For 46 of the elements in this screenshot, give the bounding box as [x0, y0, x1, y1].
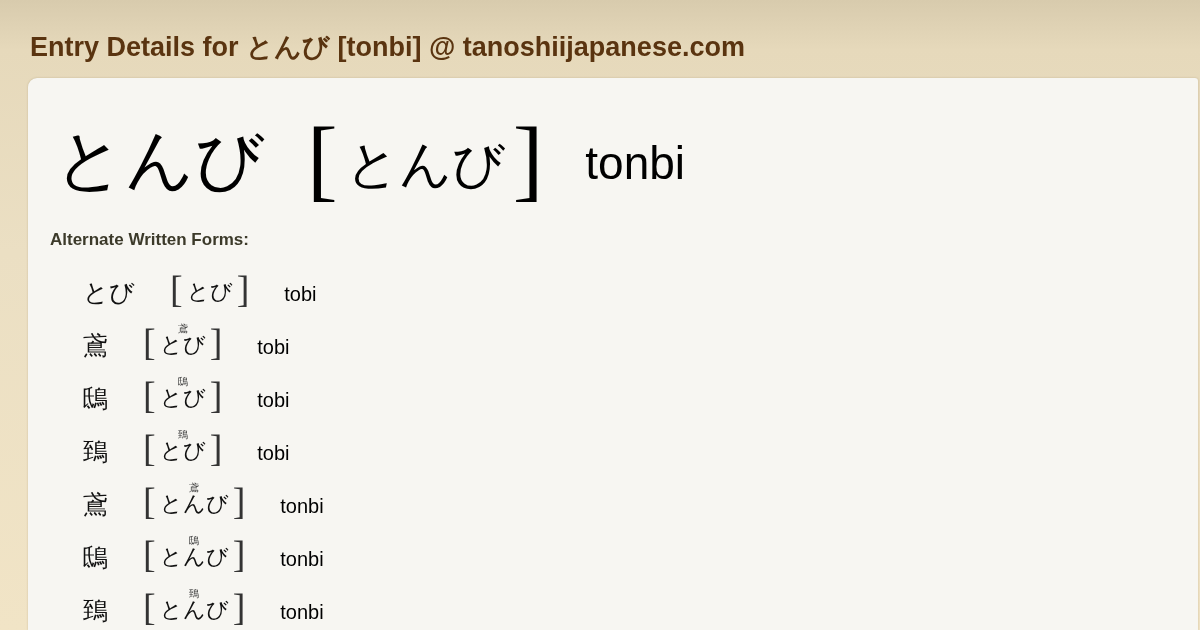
open-bracket: [ — [143, 432, 156, 465]
open-bracket: [ — [143, 485, 156, 518]
close-bracket: ] — [236, 273, 250, 306]
kanji-annotation: 鴟 — [189, 535, 200, 547]
open-bracket: [ — [143, 591, 156, 624]
kana-reading: とび — [159, 334, 206, 359]
page-title: Entry Details for とんび [tonbi] @ tanoshiijapanese.com — [29, 31, 746, 61]
kanji-annotation: 鵄 — [189, 588, 200, 600]
kana-reading: とび — [159, 387, 206, 412]
romaji-reading: tobi — [284, 284, 317, 306]
kana-reading: とんび — [159, 599, 229, 624]
written-form: 鴟 — [83, 386, 108, 412]
open-bracket: [ — [143, 538, 156, 571]
open-bracket: [ — [143, 326, 156, 359]
written-form: 鴟 — [83, 545, 108, 571]
open-bracket: [ — [170, 273, 183, 306]
close-bracket: ] — [209, 326, 223, 359]
kana-reading: とんび — [159, 493, 229, 518]
romaji-reading: tonbi — [280, 602, 324, 624]
kana-reading: とび — [159, 440, 206, 465]
close-bracket: ] — [232, 485, 246, 518]
written-form: 鵄 — [83, 598, 108, 624]
written-form: 鳶 — [83, 333, 108, 359]
written-form: 鵄 — [83, 439, 108, 465]
kanji-annotation: 鳶 — [189, 482, 200, 494]
written-form: とび — [83, 280, 135, 306]
kanji-annotation: 鴟 — [177, 376, 188, 388]
headword: とんび — [55, 126, 265, 198]
section-heading: Alternate Written Forms: — [50, 230, 250, 251]
close-bracket: ] — [209, 379, 223, 412]
kana-reading: とび — [186, 281, 233, 306]
romaji-reading: tonbi — [585, 140, 686, 191]
open-bracket: [ — [143, 379, 156, 412]
kanji-annotation: 鵄 — [177, 429, 188, 441]
romaji-reading: tobi — [257, 337, 290, 359]
close-bracket: ] — [209, 432, 223, 465]
romaji-reading: tobi — [257, 443, 290, 465]
written-form: 鳶 — [83, 492, 108, 518]
romaji-reading: tonbi — [280, 549, 324, 571]
kanji-annotation: 鳶 — [177, 323, 188, 335]
kana-reading: とんび — [345, 138, 505, 196]
romaji-reading: tonbi — [280, 496, 324, 518]
close-bracket: ] — [232, 591, 246, 624]
close-bracket: ] — [232, 538, 246, 571]
kana-reading: とんび — [159, 546, 229, 571]
romaji-reading: tobi — [257, 390, 290, 412]
